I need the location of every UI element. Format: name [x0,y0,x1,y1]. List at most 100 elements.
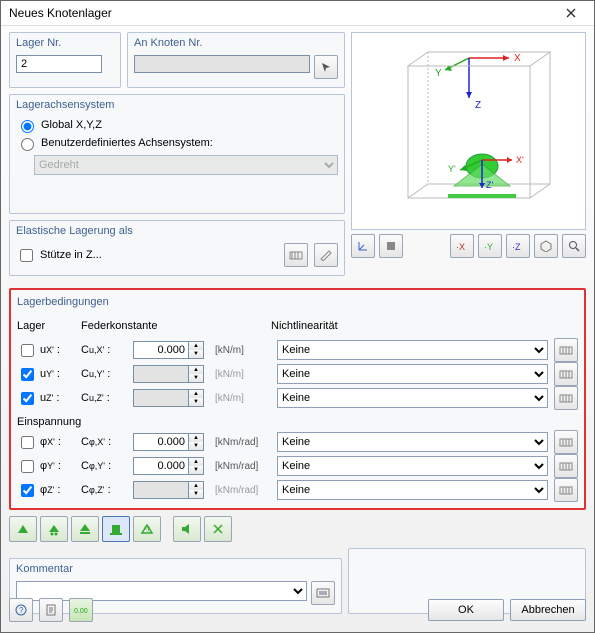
cond-ux-edit-button[interactable] [554,338,578,362]
type-free-button[interactable] [204,516,232,542]
lager-nr-label: Lager Nr. [16,37,114,49]
cond-uy-input[interactable] [21,368,34,381]
cond-phiz-const-label: Cφ,Z' : [81,484,127,496]
cond-phiz-input[interactable] [21,484,34,497]
units-button[interactable]: 0.00 [69,598,93,622]
help-button[interactable]: ? [9,598,33,622]
cond-uz-edit-button[interactable] [554,386,578,410]
lager-nr-input[interactable] [16,55,102,73]
svg-text:Y: Y [435,68,442,79]
edit-row-icon [559,484,573,496]
cond-uz-value-input [133,389,189,407]
cond-uz-nonlin-select[interactable]: Keine [277,388,548,408]
axis-global-radio[interactable]: Global X,Y,Z [16,117,338,133]
axis-type-select[interactable]: Gedreht [34,155,338,175]
cond-phiz-nonlin-select[interactable]: Keine [277,480,548,500]
spin-up-icon[interactable]: ▲ [189,458,203,466]
pick-arrow-icon [320,61,332,73]
cond-phix-spin[interactable]: ▲▼ [133,433,205,451]
header-feder: Federkonstante [81,320,265,332]
type-roller-x-button[interactable] [40,516,68,542]
view-solid-button[interactable] [379,234,403,258]
view-zoom-button[interactable] [562,234,586,258]
spin-down-icon[interactable]: ▼ [189,350,203,358]
cond-phix-value-input[interactable] [133,433,189,451]
cond-phiy-const-label: Cφ,Y' : [81,460,127,472]
cond-phiy-input[interactable] [21,460,34,473]
cond-ux-const-label: Cu,X' : [81,344,127,356]
cancel-button[interactable]: Abbrechen [510,599,586,621]
spin-up-icon[interactable]: ▲ [189,342,203,350]
svg-text:·Z: ·Z [512,242,521,252]
ok-button[interactable]: OK [428,599,504,621]
cond-phix-nonlin-select[interactable]: Keine [277,432,548,452]
an-knoten-label: An Knoten Nr. [134,37,338,49]
cond-phix-input[interactable] [21,436,34,449]
svg-text:X: X [514,53,521,64]
an-knoten-input[interactable] [134,55,310,73]
type-clear-button[interactable] [173,516,201,542]
report-button[interactable] [39,598,63,622]
elastic-lib-button[interactable] [284,243,308,267]
spin-up-icon: ▲ [189,366,203,374]
cond-ux-input[interactable] [21,344,34,357]
svg-text:·X: ·X [456,242,465,252]
cond-uy-edit-button[interactable] [554,362,578,386]
cond-uy-check[interactable]: uY' : [17,365,75,384]
svg-text:xy: xy [144,526,150,532]
cond-phiy-spin[interactable]: ▲▼ [133,457,205,475]
view-y-button[interactable]: ·Y [478,234,502,258]
axis-global-label: Global X,Y,Z [41,119,102,131]
elastic-edit-button[interactable] [314,243,338,267]
cond-ux-check[interactable]: uX' : [17,341,75,360]
cond-phix-edit-button[interactable] [554,430,578,454]
cond-phiz-check[interactable]: φZ' : [17,481,75,500]
elastic-column-input[interactable] [20,249,33,262]
axis-user-input[interactable] [21,138,34,151]
svg-text:·Y: ·Y [484,242,493,252]
cond-phiz-spin: ▲▼ [133,481,205,499]
cond-uy-label: uY' : [40,368,60,380]
view-x-button[interactable]: ·X [450,234,474,258]
svg-text:?: ? [19,606,24,615]
type-hinged-icon [16,522,30,536]
view-iso-button[interactable] [534,234,558,258]
type-xy-button[interactable]: xy [133,516,161,542]
type-hinged-button[interactable] [9,516,37,542]
view-axis-button[interactable] [351,234,375,258]
edit-row-icon [559,344,573,356]
cond-uy-nonlin-select[interactable]: Keine [277,364,548,384]
spin-down-icon[interactable]: ▼ [189,442,203,450]
spin-down-icon[interactable]: ▼ [189,466,203,474]
header-nonlin: Nichtlinearität [271,320,548,332]
view-z-button[interactable]: ·Z [506,234,530,258]
cond-phiz-edit-button[interactable] [554,478,578,502]
cond-phiy-nonlin-select[interactable]: Keine [277,456,548,476]
cond-uz-check[interactable]: uZ' : [17,389,75,408]
cond-phiy-edit-button[interactable] [554,454,578,478]
svg-text:X': X' [516,155,524,165]
cond-phiy-value-input[interactable] [133,457,189,475]
cond-phix-label: φX' : [40,436,61,448]
spin-up-icon: ▲ [189,482,203,490]
cond-ux-value-input[interactable] [133,341,189,359]
elastic-column-check[interactable]: Stütze in Z... [16,246,278,265]
edit-row-icon [559,436,573,448]
cond-uz-label: uZ' : [40,392,59,404]
cond-uz-input[interactable] [21,392,34,405]
close-button[interactable] [556,3,586,23]
cond-ux-nonlin-select[interactable]: Keine [277,340,548,360]
cond-phix-unit: [kNm/rad] [215,437,258,448]
type-fixed-button[interactable] [102,516,130,542]
cond-ux-spin[interactable]: ▲▼ [133,341,205,359]
cond-uz-spin: ▲▼ [133,389,205,407]
cond-phix-check[interactable]: φX' : [17,433,75,452]
cond-phiy-check[interactable]: φY' : [17,457,75,476]
conditions-title: Lagerbedingungen [17,296,578,308]
spin-up-icon[interactable]: ▲ [189,434,203,442]
spin-up-icon: ▲ [189,390,203,398]
axis-user-radio[interactable]: Benutzerdefiniertes Achsensystem: [16,135,338,151]
pick-node-button[interactable] [314,55,338,79]
axis-global-input[interactable] [21,120,34,133]
type-roller-y-button[interactable] [71,516,99,542]
